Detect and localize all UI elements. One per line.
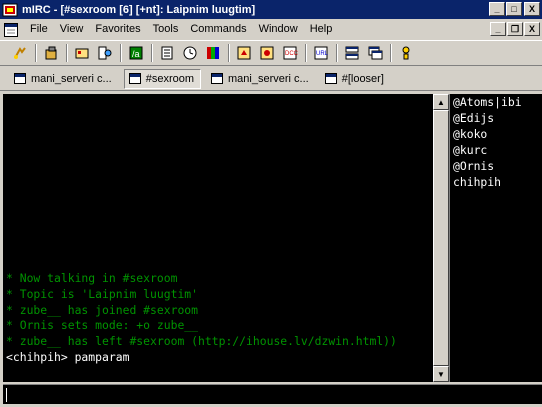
- chat-line: * zube__ has left #sexroom (http://ihous…: [6, 334, 397, 349]
- text-caret: [6, 388, 7, 402]
- menu-favorites[interactable]: Favorites: [89, 19, 146, 40]
- dcc-send-button[interactable]: [234, 43, 254, 63]
- url-list-icon: URL: [314, 46, 329, 60]
- maximize-button[interactable]: □: [506, 2, 522, 16]
- notify-list-button[interactable]: [157, 43, 177, 63]
- dcc-options-button[interactable]: DCC: [280, 43, 300, 63]
- minimize-button[interactable]: _: [489, 2, 505, 16]
- mirc-app-icon[interactable]: [2, 2, 18, 18]
- address-book-button[interactable]: [72, 43, 92, 63]
- help-button[interactable]: [396, 43, 416, 63]
- nick-item[interactable]: @kurc: [453, 142, 542, 158]
- cascade-icon: [368, 46, 383, 60]
- options-button[interactable]: [41, 43, 61, 63]
- chat-line: * Ornis sets mode: +o zube__: [6, 318, 199, 333]
- switchbar: mani_serveri c... #sexroom mani_serveri …: [0, 67, 542, 91]
- timer-icon: [183, 46, 197, 60]
- tile-button[interactable]: [342, 43, 362, 63]
- switchbar-tab-status-2[interactable]: mani_serveri c...: [207, 69, 315, 89]
- window-title: mIRC - [#sexroom [6] [+nt]: Laipnim luug…: [22, 3, 256, 16]
- dcc-send-icon: [237, 46, 251, 60]
- channel-window-icon: [128, 73, 141, 84]
- nick-list[interactable]: @Atoms|ibi @Edijs @koko @kurc @Ornis chi…: [450, 94, 542, 382]
- svg-text:DCC: DCC: [285, 51, 298, 57]
- switchbar-tab-label: #[looser]: [341, 72, 384, 85]
- notify-list-icon: [161, 46, 173, 60]
- scroll-up-arrow-icon[interactable]: ▲: [433, 94, 449, 110]
- dcc-options-icon: DCC: [283, 46, 298, 60]
- help-icon: [402, 46, 410, 60]
- tile-icon: [345, 46, 359, 60]
- connect-icon: [14, 47, 26, 59]
- svg-text:/a: /a: [132, 49, 140, 59]
- switchbar-tab-label: #sexroom: [145, 72, 194, 85]
- options-icon: [45, 46, 57, 60]
- dcc-chat-button[interactable]: [257, 43, 277, 63]
- close-button[interactable]: X: [524, 2, 540, 16]
- dcc-chat-icon: [260, 46, 274, 60]
- message-input[interactable]: [3, 384, 542, 404]
- colors-icon: [207, 47, 219, 59]
- timer-button[interactable]: [180, 43, 200, 63]
- switchbar-tab-label: mani_serveri c...: [31, 72, 112, 85]
- switchbar-tab-sexroom[interactable]: #sexroom: [123, 68, 201, 89]
- status-window-icon: [211, 73, 223, 84]
- chat-scrollbar[interactable]: ▲ ▼: [433, 94, 449, 382]
- channels-list-button[interactable]: [95, 43, 115, 63]
- menu-bar: File View Favorites Tools Commands Windo…: [0, 19, 542, 40]
- menu-tools[interactable]: Tools: [147, 19, 185, 40]
- channel-window-icon[interactable]: [4, 22, 18, 37]
- nick-item[interactable]: @koko: [453, 126, 542, 142]
- nick-item[interactable]: chihpih: [453, 174, 542, 190]
- chat-line: * Now talking in #sexroom: [6, 271, 178, 285]
- colors-button[interactable]: [203, 43, 223, 63]
- mdi-restore-button[interactable]: ❐: [507, 22, 523, 36]
- channels-list-icon: [98, 46, 112, 60]
- title-bar: mIRC - [#sexroom [6] [+nt]: Laipnim luug…: [0, 0, 542, 19]
- status-window-icon: [14, 73, 26, 84]
- menu-commands[interactable]: Commands: [184, 19, 252, 40]
- script-editor-button[interactable]: /a: [126, 43, 146, 63]
- mdi-close-button[interactable]: X: [524, 22, 540, 36]
- chat-line: * zube__ has joined #sexroom: [6, 302, 199, 317]
- switchbar-tab-status-1[interactable]: mani_serveri c...: [10, 69, 118, 89]
- switchbar-tab-looser[interactable]: #[looser]: [321, 69, 390, 89]
- nick-item[interactable]: @Atoms|ibi: [453, 94, 542, 110]
- chat-line: <chihpih> pamparam: [6, 349, 130, 364]
- url-list-button[interactable]: URL: [311, 43, 331, 63]
- scroll-down-arrow-icon[interactable]: ▼: [433, 366, 449, 382]
- chat-line: * Topic is 'Laipnim luugtim': [6, 286, 199, 301]
- menu-help[interactable]: Help: [304, 19, 339, 40]
- cascade-button[interactable]: [365, 43, 385, 63]
- switchbar-tab-label: mani_serveri c...: [228, 72, 309, 85]
- toolbar: /a DCC URL: [0, 40, 542, 66]
- mdi-minimize-button[interactable]: _: [490, 22, 506, 36]
- nick-item[interactable]: @Ornis: [453, 158, 542, 174]
- channel-window-icon: [324, 73, 337, 84]
- nick-item[interactable]: @Edijs: [453, 110, 542, 126]
- address-book-icon: [75, 48, 89, 59]
- menu-file[interactable]: File: [24, 19, 54, 40]
- connect-button[interactable]: [10, 43, 30, 63]
- menu-view[interactable]: View: [54, 19, 90, 40]
- script-editor-icon: /a: [129, 46, 143, 60]
- menu-window[interactable]: Window: [253, 19, 304, 40]
- channel-chat-area[interactable]: * Now talking in #sexroom * Topic is 'La…: [3, 94, 433, 382]
- scrollbar-thumb[interactable]: [433, 110, 449, 366]
- svg-text:URL: URL: [316, 51, 329, 57]
